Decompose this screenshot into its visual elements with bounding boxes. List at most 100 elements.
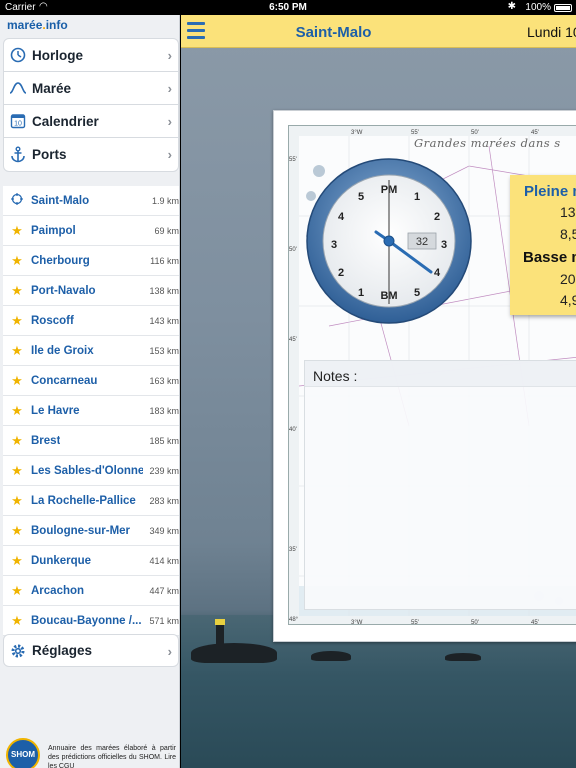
port-name: Dunkerque: [31, 554, 92, 567]
port-name: Concarneau: [31, 374, 98, 387]
port-distance: 239 km: [149, 466, 179, 476]
port-name: Saint-Malo: [31, 194, 90, 207]
star-icon: ★: [11, 552, 23, 568]
top-bar: Saint-Malo Lundi 10: [181, 15, 576, 48]
port-list-item[interactable]: ★ Boulogne-sur-Mer 349 km: [3, 516, 179, 546]
menu-label: Horloge: [32, 47, 84, 63]
svg-text:3: 3: [441, 239, 447, 251]
rock: [191, 643, 277, 663]
calendar-icon: 10: [4, 113, 32, 129]
svg-text:4: 4: [338, 211, 345, 223]
battery-percent: 100%: [525, 2, 551, 13]
day-window: 32: [416, 236, 428, 248]
menu-label: Calendrier: [32, 113, 99, 129]
chevron-right-icon: ›: [167, 81, 172, 96]
port-distance: 447 km: [149, 586, 179, 596]
svg-text:1: 1: [358, 287, 364, 299]
port-distance: 153 km: [149, 346, 179, 356]
chevron-right-icon: ›: [167, 644, 172, 659]
port-distance: 69 km: [154, 226, 179, 236]
main-menu: Horloge › Marée › 10 Calendrier › Ports …: [3, 38, 179, 172]
settings-button[interactable]: Réglages ›: [3, 634, 179, 667]
svg-text:4: 4: [434, 267, 441, 279]
chevron-right-icon: ›: [167, 114, 172, 129]
status-time: 6:50 PM: [269, 2, 307, 13]
port-distance: 138 km: [149, 286, 179, 296]
footer-credit[interactable]: Annuaire des marées élaboré à partir des…: [48, 744, 176, 768]
high-water-label: Pleine m: [524, 183, 576, 200]
menu-item-calendrier[interactable]: 10 Calendrier ›: [4, 105, 178, 138]
port-list-item[interactable]: ★ Arcachon 447 km: [3, 576, 179, 606]
menu-item-maree[interactable]: Marée ›: [4, 72, 178, 105]
port-name: Paimpol: [31, 224, 76, 237]
date-label[interactable]: Lundi 10: [527, 24, 576, 40]
port-name: Brest: [31, 434, 61, 447]
port-list-item[interactable]: ★ Dunkerque 414 km: [3, 546, 179, 576]
svg-text:3°W: 3°W: [351, 130, 363, 136]
port-distance: 163 km: [149, 376, 179, 386]
low-water-height: 4,9: [560, 292, 576, 308]
menu-label: Marée: [32, 80, 72, 96]
notes-panel[interactable]: Notes :: [304, 360, 576, 610]
port-list-item[interactable]: ★ Concarneau 163 km: [3, 366, 179, 396]
low-water-time: 20: [560, 271, 576, 287]
gear-icon: [4, 643, 32, 659]
chevron-right-icon: ›: [167, 147, 172, 162]
port-list-item[interactable]: ★ Ile de Groix 153 km: [3, 336, 179, 366]
port-list-item[interactable]: ★ Port-Navalo 138 km: [3, 276, 179, 306]
port-list-item[interactable]: ★ Brest 185 km: [3, 426, 179, 456]
low-water-label: Basse m: [523, 249, 576, 266]
settings-label: Réglages: [32, 643, 93, 658]
svg-text:40': 40': [289, 427, 297, 433]
star-icon: ★: [11, 582, 23, 598]
svg-text:5: 5: [414, 287, 420, 299]
port-list-item[interactable]: ★ Paimpol 69 km: [3, 216, 179, 246]
port-list-item[interactable]: ★ Cherbourg 116 km: [3, 246, 179, 276]
port-list-item[interactable]: ★ La Rochelle-Pallice 283 km: [3, 486, 179, 516]
page-title: Saint-Malo: [295, 24, 372, 41]
port-distance: 143 km: [149, 316, 179, 326]
port-list-item[interactable]: ★ Les Sables-d'Olonne 239 km: [3, 456, 179, 486]
svg-text:45': 45': [531, 620, 539, 625]
svg-text:5: 5: [358, 191, 364, 203]
star-icon: ★: [11, 282, 23, 298]
svg-text:3: 3: [331, 239, 337, 251]
tide-clock[interactable]: PM BM 1 2 3 4 5 5 4 3 2 1 32: [304, 156, 474, 326]
port-distance: 571 km: [149, 616, 179, 626]
svg-text:1: 1: [414, 191, 420, 203]
star-icon: ★: [11, 402, 23, 418]
notes-label: Notes :: [313, 368, 358, 384]
status-bar: Carrier ◠ 6:50 PM ✱ 100%: [0, 0, 576, 15]
sidebar: marée.info Horloge › Marée › 10 Calendri…: [0, 15, 180, 768]
svg-text:55': 55': [411, 620, 419, 625]
rock: [311, 651, 351, 661]
star-icon: ★: [11, 372, 23, 388]
port-distance: 183 km: [149, 406, 179, 416]
svg-text:55': 55': [289, 157, 297, 163]
map-title: Grandes marées dans s: [414, 136, 561, 150]
port-name: Le Havre: [31, 404, 80, 417]
tide-times-note: Pleine m 13 8,5 Basse m 20 4,9: [510, 175, 576, 315]
port-list-item[interactable]: Saint-Malo 1.9 km: [3, 186, 179, 216]
star-icon: ★: [11, 252, 23, 268]
shom-logo[interactable]: SHOM: [6, 738, 40, 768]
port-distance: 185 km: [149, 436, 179, 446]
bluetooth-icon: ✱: [507, 1, 516, 12]
port-list-item[interactable]: ★ Le Havre 183 km: [3, 396, 179, 426]
menu-item-ports[interactable]: Ports ›: [4, 138, 178, 171]
port-distance: 116 km: [150, 256, 179, 266]
location-icon: [3, 193, 31, 208]
app-logo: marée.info: [7, 18, 68, 32]
port-name: Boucau-Bayonne /...: [31, 614, 142, 627]
lighthouse: [215, 619, 225, 649]
clock-icon: [4, 47, 32, 63]
port-list-item[interactable]: ★ Boucau-Bayonne /... 571 km: [3, 606, 179, 636]
port-name: Les Sables-d'Olonne: [31, 464, 143, 477]
svg-text:50': 50': [471, 620, 479, 625]
menu-item-horloge[interactable]: Horloge ›: [4, 39, 178, 72]
port-name: Roscoff: [31, 314, 74, 327]
port-distance: 283 km: [149, 496, 179, 506]
svg-text:10: 10: [14, 121, 22, 128]
port-list-item[interactable]: ★ Roscoff 143 km: [3, 306, 179, 336]
svg-text:48°: 48°: [289, 617, 299, 623]
